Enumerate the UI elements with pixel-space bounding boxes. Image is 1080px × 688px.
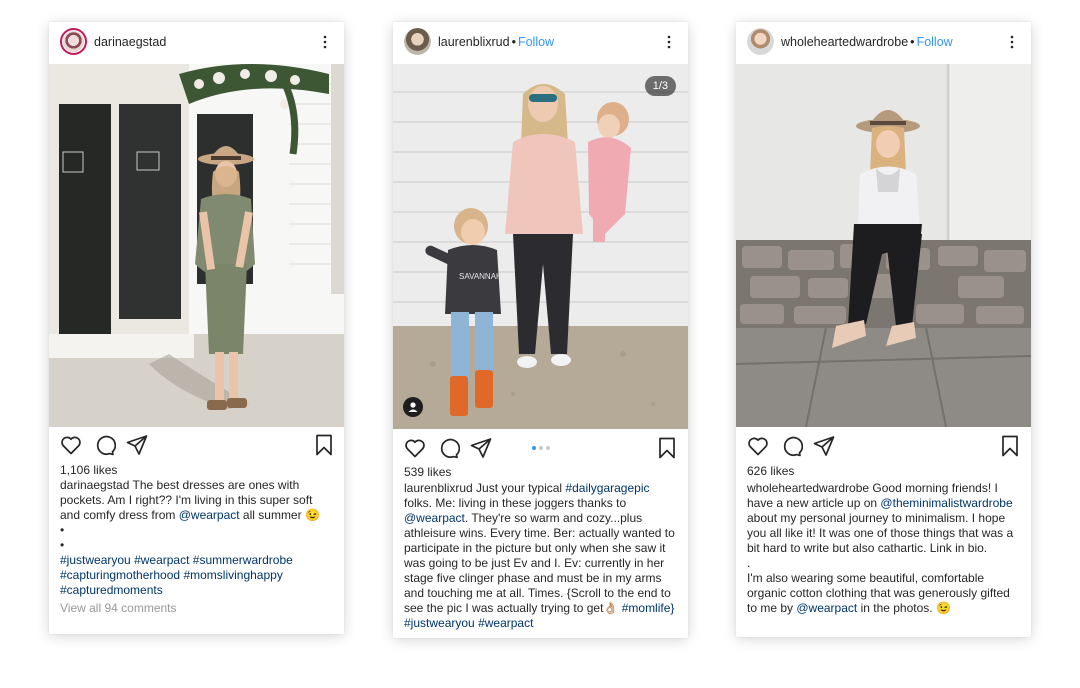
caption-username[interactable]: wholeheartedwardrobe [747,481,869,495]
follow-button[interactable]: Follow [518,35,554,49]
caption-username[interactable]: laurenblixrud [404,481,473,495]
post-header: wholeheartedwardrobe • Follow [736,22,1031,64]
caption-text: about my personal journey to minimalism.… [747,511,1014,555]
post-photo[interactable]: SAVANNAH 1/3 [393,64,688,429]
bookmark-icon[interactable] [655,436,679,460]
hashtag-link[interactable]: #momslivinghappy [183,568,282,582]
more-icon[interactable] [1007,34,1017,50]
bookmark-icon[interactable] [998,434,1022,458]
mention-link[interactable]: @wearpact [796,601,857,615]
bookmark-icon[interactable] [312,433,336,457]
post-card-laurenblixrud: laurenblixrud • Follow SAVANNAH 1/3 539 … [393,22,688,638]
follow-button[interactable]: Follow [917,35,953,49]
more-icon[interactable] [664,34,674,50]
post-card-wholeheartedwardrobe: wholeheartedwardrobe • Follow 626 likes … [736,22,1031,637]
share-icon[interactable] [469,436,493,460]
post-actions [49,433,344,461]
caption-text: all summer 😉 [239,508,320,522]
comment-icon[interactable] [92,433,116,457]
likes-count[interactable]: 626 likes [747,464,794,478]
likes-count[interactable]: 1,106 likes [60,463,117,477]
heart-icon[interactable] [746,434,770,458]
post-actions [736,434,1031,462]
post-header: laurenblixrud • Follow [393,22,688,64]
share-icon[interactable] [812,434,836,458]
username[interactable]: laurenblixrud [438,35,510,49]
view-comments-link[interactable]: View all 94 comments [60,601,335,616]
caption-dot: • [60,523,65,537]
caption: laurenblixrud Just your typical #dailyga… [404,481,678,631]
avatar[interactable] [60,28,87,55]
carousel-dot [538,446,543,450]
heart-icon[interactable] [403,436,427,460]
hashtag-link[interactable]: #wearpact [134,553,189,567]
mention-link[interactable]: @theminimalistwardrobe [880,496,1012,510]
hashtag-link[interactable]: #capturingmotherhood [60,568,180,582]
caption-dot: • [60,538,65,552]
caption-text: . They're so warm and cozy...plus athlei… [404,511,675,615]
caption: darinaegstad The best dresses are ones w… [60,478,335,616]
post-photo[interactable] [49,64,344,427]
likes-count[interactable]: 539 likes [404,465,451,479]
carousel-dot [545,446,550,450]
caption-username[interactable]: darinaegstad [60,478,129,492]
post-actions [393,436,688,464]
caption-text: in the photos. 😉 [857,601,951,615]
hashtag-link[interactable]: #capturedmoments [60,583,163,597]
user-tag-icon[interactable] [403,397,423,417]
avatar[interactable] [747,28,774,55]
heart-icon[interactable] [59,433,83,457]
separator-dot: • [910,35,915,49]
hashtag-link[interactable]: #momlife} [622,601,675,615]
avatar[interactable] [404,28,431,55]
caption-text: Just your typical [472,481,566,495]
username[interactable]: wholeheartedwardrobe [781,35,908,49]
share-icon[interactable] [125,433,149,457]
mention-link[interactable]: @wearpact [179,508,240,522]
caption-text: folks. Me: living in these joggers thank… [404,496,627,510]
hashtag-link[interactable]: #wearpact [478,616,533,630]
hashtag-link[interactable]: #summerwardrobe [193,553,293,567]
mention-link[interactable]: @wearpact [404,511,465,525]
caption-dot: . [747,556,751,570]
hashtag-link[interactable]: #justwearyou [60,553,131,567]
hashtag-link[interactable]: #justwearyou [404,616,475,630]
comment-icon[interactable] [436,436,460,460]
carousel-counter: 1/3 [644,76,676,96]
hashtag-link[interactable]: #dailygaragepic [565,481,649,495]
caption: wholeheartedwardrobe Good morning friend… [747,481,1021,616]
username[interactable]: darinaegstad [94,35,166,49]
comment-icon[interactable] [779,434,803,458]
separator-dot: • [511,35,516,49]
svg-text:SAVANNAH: SAVANNAH [459,272,502,281]
carousel-indicator [531,446,550,450]
post-photo[interactable] [736,64,1031,427]
more-icon[interactable] [320,34,330,50]
post-card-darinaegstad: darinaegstad 1,106 likes darinaegstad Th… [49,22,344,634]
post-header: darinaegstad [49,22,344,64]
carousel-dot-active [531,446,536,450]
